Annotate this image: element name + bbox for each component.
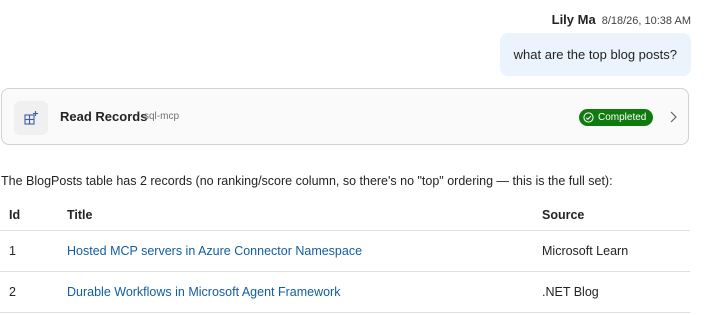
tool-server: sql-mcp	[144, 111, 180, 122]
table-row: 1 Hosted MCP servers in Azure Connector …	[0, 230, 690, 272]
message-header: Lily Ma 8/18/26, 10:38 AM	[552, 12, 691, 27]
column-header-title: Title	[67, 200, 542, 231]
checkmark-circle-icon	[583, 112, 594, 123]
column-header-source: Source	[542, 200, 690, 231]
blog-post-link[interactable]: Durable Workflows in Microsoft Agent Fra…	[67, 285, 340, 299]
column-header-id: Id	[0, 200, 67, 231]
cell-id: 1	[0, 230, 67, 272]
cell-source: .NET Blog	[542, 271, 690, 313]
user-message-bubble: what are the top blog posts?	[499, 33, 691, 76]
table-row: 2 Durable Workflows in Microsoft Agent F…	[0, 271, 690, 313]
tool-call-card[interactable]: Read Records sql-mcp Completed	[1, 88, 689, 145]
chevron-right-icon[interactable]	[668, 110, 678, 124]
table-add-icon	[14, 101, 48, 135]
cell-id: 2	[0, 271, 67, 313]
response-summary: The BlogPosts table has 2 records (no ra…	[1, 174, 613, 188]
status-badge: Completed	[579, 109, 654, 126]
records-table: Id Title Source 1 Hosted MCP servers in …	[0, 200, 690, 313]
table-header-row: Id Title Source	[0, 200, 690, 231]
cell-title: Durable Workflows in Microsoft Agent Fra…	[67, 271, 542, 313]
cell-source: Microsoft Learn	[542, 230, 690, 272]
status-label: Completed	[598, 112, 647, 123]
user-name: Lily Ma	[551, 12, 596, 27]
blog-post-link[interactable]: Hosted MCP servers in Azure Connector Na…	[67, 244, 362, 258]
tool-name: Read Records	[60, 109, 148, 124]
cell-title: Hosted MCP servers in Azure Connector Na…	[67, 230, 542, 272]
message-timestamp: 8/18/26, 10:38 AM	[601, 15, 691, 27]
